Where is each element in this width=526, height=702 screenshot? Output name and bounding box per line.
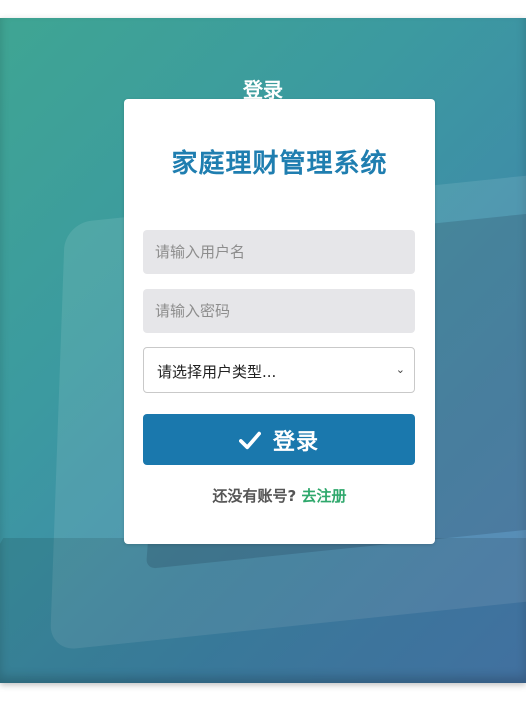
register-link[interactable]: 去注册 (301, 487, 346, 505)
register-row: 还没有账号? 去注册 (124, 485, 435, 506)
check-icon (238, 431, 261, 449)
username-input[interactable] (143, 230, 415, 274)
login-card: 家庭理财管理系统 请选择用户类型... ⌄ 登录 还没有账号? 去注册 (124, 99, 435, 544)
login-button[interactable]: 登录 (143, 414, 415, 465)
register-prompt: 还没有账号? (212, 487, 297, 505)
login-page: 登录 家庭理财管理系统 请选择用户类型... ⌄ 登录 还没有账号? 去注册 (0, 18, 526, 683)
app-title: 家庭理财管理系统 (171, 149, 388, 179)
chevron-down-icon: ⌄ (395, 363, 405, 376)
background-keyboard-image (0, 538, 526, 683)
login-button-label: 登录 (272, 429, 319, 455)
user-type-selected: 请选择用户类型... (157, 363, 277, 381)
password-input[interactable] (143, 289, 415, 333)
user-type-select[interactable]: 请选择用户类型... ⌄ (143, 347, 415, 393)
